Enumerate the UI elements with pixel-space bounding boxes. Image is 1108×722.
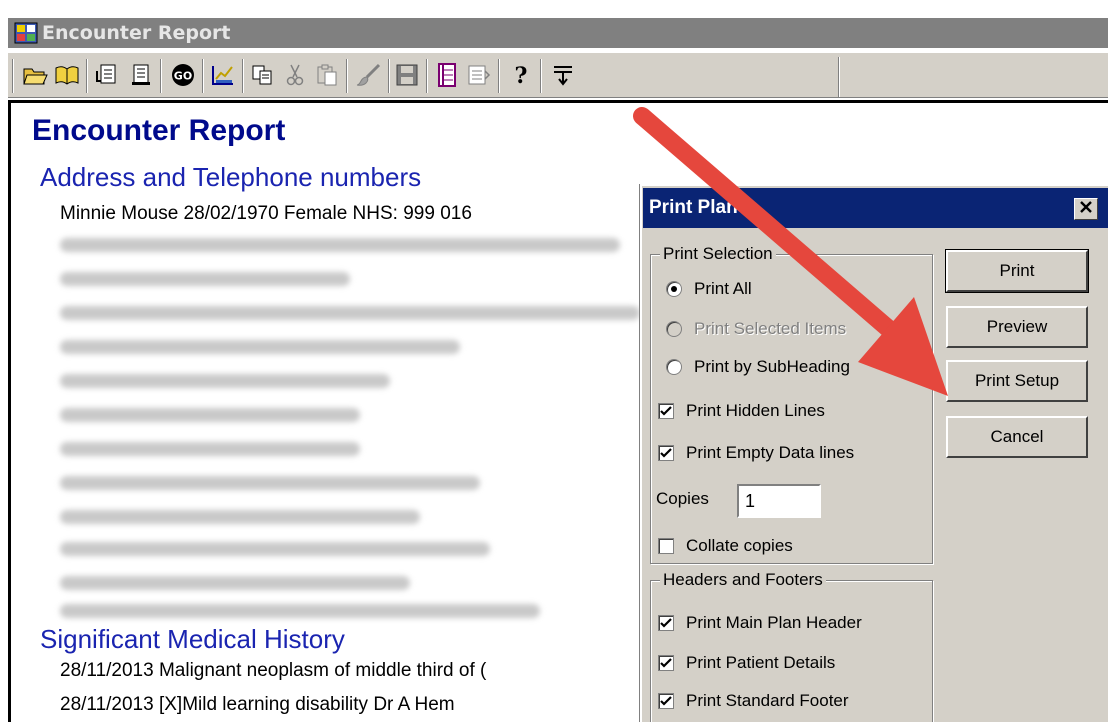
svg-text:?: ? xyxy=(515,63,528,88)
document-arrow-icon[interactable] xyxy=(92,60,122,90)
checkmark-icon xyxy=(660,695,672,706)
redacted-line xyxy=(60,340,460,354)
toolbar-separator xyxy=(160,59,162,93)
collate-copies-label: Collate copies xyxy=(686,536,793,555)
encounter-report-window: Encounter Report GO ? Encounter Report A… xyxy=(0,0,1108,722)
print-empty-data-lines-checkbox[interactable]: Print Empty Data lines xyxy=(658,443,854,463)
checkbox[interactable] xyxy=(658,538,674,554)
toolbar-separator xyxy=(202,59,204,93)
close-icon xyxy=(1079,200,1093,218)
checkmark-icon xyxy=(660,617,672,628)
print-selection-label: Print Selection xyxy=(660,244,776,264)
radio-button[interactable] xyxy=(666,281,682,297)
address-heading: Address and Telephone numbers xyxy=(40,162,422,192)
help-icon[interactable]: ? xyxy=(506,60,536,90)
radio-button[interactable] xyxy=(666,359,682,375)
patient-line: Minnie Mouse 28/02/1970 Female NHS: 999 … xyxy=(60,203,472,224)
go-icon[interactable]: GO xyxy=(168,60,198,90)
checkbox[interactable] xyxy=(658,403,674,419)
copy-icon[interactable] xyxy=(248,60,278,90)
dialog-title-bar[interactable]: Print Plan xyxy=(643,188,1108,228)
print-selected-items-label: Print Selected Items xyxy=(694,319,847,338)
print-standard-footer-checkbox[interactable]: Print Standard Footer xyxy=(658,691,849,711)
cancel-button[interactable]: Cancel xyxy=(946,416,1088,458)
redacted-line xyxy=(60,306,640,320)
checkbox[interactable] xyxy=(658,445,674,461)
print-empty-data-lines-label: Print Empty Data lines xyxy=(686,443,855,462)
toolbar-separator xyxy=(12,59,14,93)
dialog-title: Print Plan xyxy=(649,197,738,218)
window-title-bar: Encounter Report xyxy=(8,18,1108,48)
filter-lines-icon[interactable] xyxy=(548,60,578,90)
toolbar-separator xyxy=(86,59,88,93)
toolbar-separator xyxy=(540,59,542,93)
headers-footers-label: Headers and Footers xyxy=(660,570,826,590)
chart-icon[interactable] xyxy=(208,60,238,90)
redacted-line xyxy=(60,374,390,388)
grid-icon[interactable] xyxy=(464,60,494,90)
toolbar-separator xyxy=(346,59,348,93)
document-list-icon[interactable] xyxy=(126,60,156,90)
redacted-line xyxy=(60,542,490,556)
redacted-line xyxy=(60,476,480,490)
copies-input[interactable] xyxy=(737,484,821,518)
print-button[interactable]: Print xyxy=(945,249,1089,293)
print-patient-details-label: Print Patient Details xyxy=(686,653,836,672)
redacted-line xyxy=(60,604,540,618)
print-patient-details-checkbox[interactable]: Print Patient Details xyxy=(658,653,835,673)
redacted-line xyxy=(60,238,620,252)
print-all-option[interactable]: Print All xyxy=(666,279,752,299)
save-icon[interactable] xyxy=(392,60,422,90)
paste-icon[interactable] xyxy=(312,60,342,90)
brush-icon[interactable] xyxy=(354,60,384,90)
history-heading: Significant Medical History xyxy=(40,624,345,654)
window-title: Encounter Report xyxy=(42,22,231,44)
toolbar-separator xyxy=(426,59,428,93)
toolbar: GO ? xyxy=(8,52,1108,98)
print-main-plan-header-label: Print Main Plan Header xyxy=(686,613,862,632)
checkbox[interactable] xyxy=(658,615,674,631)
redacted-line xyxy=(60,442,360,456)
svg-text:GO: GO xyxy=(174,70,192,83)
checkbox[interactable] xyxy=(658,655,674,671)
toolbar-separator xyxy=(838,57,840,97)
preview-button[interactable]: Preview xyxy=(946,306,1088,348)
copies-label: Copies xyxy=(656,489,709,508)
print-plan-icon[interactable] xyxy=(432,60,462,90)
print-hidden-lines-checkbox[interactable]: Print Hidden Lines xyxy=(658,401,825,421)
history-line: 28/11/2013 Malignant neoplasm of middle … xyxy=(60,660,487,681)
collate-copies-checkbox[interactable]: Collate copies xyxy=(658,536,793,556)
radio-button xyxy=(666,321,682,337)
print-hidden-lines-label: Print Hidden Lines xyxy=(686,401,825,420)
redacted-line xyxy=(60,272,350,286)
toolbar-separator xyxy=(388,59,390,93)
print-all-label: Print All xyxy=(694,279,752,298)
checkbox[interactable] xyxy=(658,693,674,709)
print-by-subheading-label: Print by SubHeading xyxy=(694,357,850,376)
app-icon xyxy=(14,22,38,44)
print-selected-items-option: Print Selected Items xyxy=(666,319,846,339)
toolbar-separator xyxy=(498,59,500,93)
print-main-plan-header-checkbox[interactable]: Print Main Plan Header xyxy=(658,613,862,633)
close-button[interactable] xyxy=(1074,198,1098,220)
redacted-line xyxy=(60,576,410,590)
checkmark-icon xyxy=(660,447,672,458)
history-line: 28/11/2013 [X]Mild learning disability D… xyxy=(60,694,455,715)
print-standard-footer-label: Print Standard Footer xyxy=(686,691,849,710)
redacted-line xyxy=(60,510,420,524)
toolbar-separator xyxy=(242,59,244,93)
print-by-subheading-option[interactable]: Print by SubHeading xyxy=(666,357,850,377)
checkmark-icon xyxy=(660,405,672,416)
redacted-line xyxy=(60,408,360,422)
open-folder-icon[interactable] xyxy=(20,60,50,90)
checkmark-icon xyxy=(660,657,672,668)
print-setup-button[interactable]: Print Setup xyxy=(946,360,1088,402)
cut-icon[interactable] xyxy=(280,60,310,90)
book-icon[interactable] xyxy=(52,60,82,90)
report-title: Encounter Report xyxy=(32,114,286,147)
